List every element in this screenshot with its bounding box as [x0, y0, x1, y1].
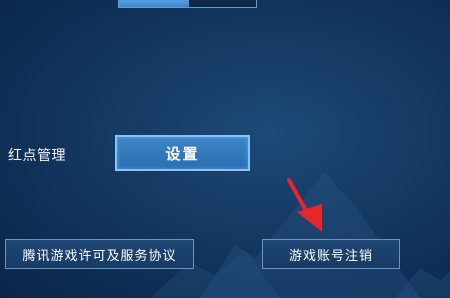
- red-arrow-icon: [287, 178, 322, 232]
